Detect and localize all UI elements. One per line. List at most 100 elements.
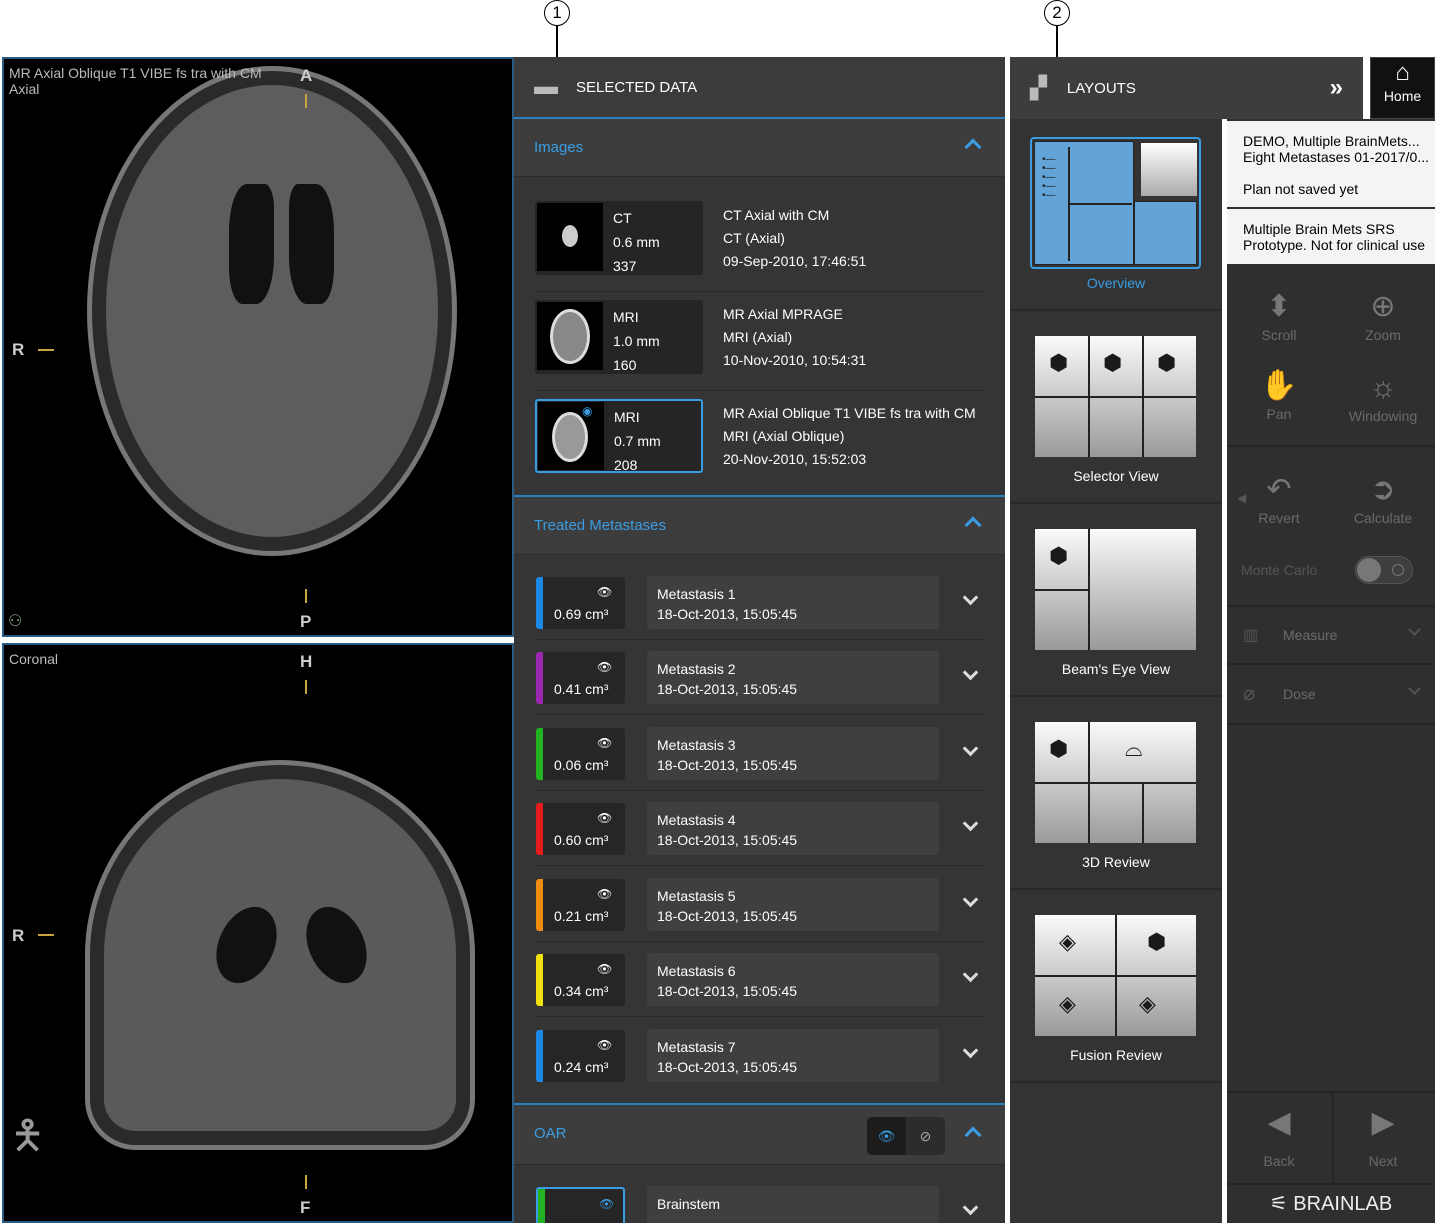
cube-icon: ⬢ (1049, 543, 1069, 568)
metastasis-info[interactable]: Metastasis 6 18-Oct-2013, 15:05:45 (647, 953, 939, 1006)
eye-icon[interactable]: 👁 (597, 736, 612, 750)
expand-chevron-icon[interactable] (962, 589, 979, 606)
metastasis-row[interactable]: 👁 0.69 cm³ Metastasis 1 18-Oct-2013, 15:05… (534, 565, 986, 640)
callout-1: 1 (544, 0, 570, 26)
eye-icon[interactable]: 👁 (597, 962, 612, 976)
calculate-icon: ➲ (1370, 473, 1396, 506)
metastasis-color (536, 954, 543, 1006)
image-row-selected[interactable]: ◉ MRI 0.7 mm 208 MR Axial Oblique T1 VIBE … (534, 392, 986, 490)
callout-2: 2 (1044, 0, 1070, 26)
back-button[interactable]: ◀ Back (1227, 1103, 1331, 1169)
scroll-tool[interactable]: ⬍ Scroll (1227, 287, 1331, 343)
next-button[interactable]: ▶ Next (1331, 1103, 1435, 1169)
orient-head: H (300, 652, 313, 671)
layer-icon: ◈ (1139, 991, 1156, 1016)
expand-chevron-icon[interactable] (962, 891, 979, 908)
eye-icon[interactable]: 👁 (597, 660, 612, 674)
right-tick (38, 349, 54, 351)
metastasis-row[interactable]: 👁 0.34 cm³ Metastasis 6 18-Oct-2013, 15:05… (534, 942, 986, 1017)
expand-chevron-icon[interactable] (962, 1199, 979, 1216)
images-section-header[interactable]: Images (514, 119, 1005, 177)
monte-carlo-label: Monte Carlo (1241, 562, 1318, 578)
hide-all-eye-icon[interactable]: ⊘ (906, 1117, 945, 1155)
chevron-down-icon[interactable] (1408, 623, 1421, 636)
layout-label: Overview (1086, 275, 1146, 291)
oar-info[interactable]: Brainstem (647, 1186, 939, 1223)
orient-foot: F (300, 1198, 311, 1217)
image-thumb-box[interactable]: CT 0.6 mm 337 (535, 201, 703, 275)
calculate-label: Calculate (1353, 510, 1413, 526)
metastasis-date: 18-Oct-2013, 15:05:45 (657, 681, 798, 697)
expand-chevron-icon[interactable] (962, 966, 979, 983)
cube-icon: ⬢ (1049, 736, 1069, 761)
ruler-icon: ▥ (1243, 627, 1259, 644)
metastasis-info[interactable]: Metastasis 2 18-Oct-2013, 15:05:45 (647, 651, 939, 704)
cube-icon: ⬢ (1049, 350, 1069, 375)
zoom-label: Zoom (1365, 327, 1401, 343)
double-chevron-right-icon[interactable]: » (1330, 74, 1343, 102)
revert-button[interactable]: ↶ Revert (1227, 470, 1331, 526)
brainlab-icon: ⚟ (1269, 1193, 1288, 1215)
show-all-eye-icon[interactable]: 👁 (867, 1117, 906, 1155)
home-button[interactable]: ⌂ Home (1370, 57, 1435, 119)
metastasis-volume: 0.06 cm³ (554, 757, 609, 773)
metastasis-name: Metastasis 3 (657, 737, 736, 753)
pan-tool[interactable]: ✋ Pan (1227, 366, 1331, 422)
metastasis-info[interactable]: Metastasis 7 18-Oct-2013, 15:05:45 (647, 1029, 939, 1082)
tool-separator (1227, 445, 1435, 447)
oar-row[interactable]: 👁 Brainstem (534, 1175, 986, 1223)
expand-chevron-icon[interactable] (962, 664, 979, 681)
zoom-tool[interactable]: ⊕ Zoom (1331, 287, 1435, 343)
layout-3d-review[interactable]: ⬢ ⌓ 3D Review (1010, 698, 1222, 890)
eye-icon[interactable]: 👁 (597, 1038, 612, 1052)
metastasis-row[interactable]: 👁 0.21 cm³ Metastasis 5 18-Oct-2013, 15:05… (534, 867, 986, 942)
expand-chevron-icon[interactable] (962, 740, 979, 757)
selected-data-title: SELECTED DATA (576, 78, 698, 96)
layout-selector-view[interactable]: ⬢ ⬢ ⬢ Selector View (1010, 312, 1222, 504)
list-icon: •— •— •— •— •— (1042, 154, 1056, 201)
oar-section-header[interactable]: OAR 👁 ⊘ (514, 1103, 1005, 1165)
grid-line (1035, 396, 1196, 398)
measure-section[interactable]: ▥ Measure (1227, 607, 1435, 663)
metastasis-info[interactable]: Metastasis 4 18-Oct-2013, 15:05:45 (647, 802, 939, 855)
eye-icon[interactable]: 👁 (597, 811, 612, 825)
orient-posterior: P (300, 612, 312, 631)
metastasis-info[interactable]: Metastasis 5 18-Oct-2013, 15:05:45 (647, 878, 939, 931)
image-thumb-box[interactable]: MRI 1.0 mm 160 (535, 300, 703, 374)
metastasis-volume: 0.24 cm³ (554, 1059, 609, 1075)
metastasis-row[interactable]: 👁 0.41 cm³ Metastasis 2 18-Oct-2013, 15:05… (534, 640, 986, 715)
chevron-down-icon[interactable] (1408, 682, 1421, 695)
eye-icon[interactable]: 👁 (597, 585, 612, 599)
back-label: Back (1263, 1153, 1295, 1169)
metastasis-volume: 0.41 cm³ (554, 681, 609, 697)
metastasis-row[interactable]: 👁 0.60 cm³ Metastasis 4 18-Oct-2013, 15:05… (534, 791, 986, 866)
layout-beams-eye-view[interactable]: ⬢ Beam's Eye View (1010, 505, 1222, 697)
monte-carlo-toggle[interactable] (1355, 556, 1413, 584)
metastasis-color (536, 652, 543, 704)
metastasis-color (536, 577, 543, 629)
collapse-images-icon[interactable] (964, 138, 982, 156)
image-row[interactable]: MRI 1.0 mm 160 MR Axial MPRAGE MRI (Axial) 1… (534, 293, 986, 391)
collapse-oar-icon[interactable] (964, 1126, 982, 1144)
dose-section[interactable]: ⌀ Dose (1227, 665, 1435, 721)
eye-icon[interactable]: 👁 (597, 887, 612, 901)
layout-fusion-review[interactable]: ◈ ⬢ ◈ ◈ Fusion Review (1010, 891, 1222, 1083)
image-date: 20-Nov-2010, 15:52:03 (723, 451, 867, 467)
layout-overview[interactable]: •— •— •— •— •— Overview (1010, 119, 1222, 311)
metastasis-row[interactable]: 👁 0.24 cm³ Metastasis 7 18-Oct-2013, 15:05… (534, 1018, 986, 1093)
expand-chevron-icon[interactable] (962, 1042, 979, 1059)
metastasis-info[interactable]: Metastasis 1 18-Oct-2013, 15:05:45 (647, 576, 939, 629)
expand-chevron-icon[interactable] (962, 815, 979, 832)
collapse-metastases-icon[interactable] (964, 516, 982, 534)
grid-line (1088, 529, 1090, 650)
metastasis-info[interactable]: Metastasis 3 18-Oct-2013, 15:05:45 (647, 727, 939, 780)
coronal-viewer[interactable]: Coronal H F R 🯅 (2, 643, 514, 1223)
metastasis-row[interactable]: 👁 0.06 cm³ Metastasis 3 18-Oct-2013, 15:05… (534, 716, 986, 791)
image-thumb-box-selected[interactable]: ◉ MRI 0.7 mm 208 (535, 399, 703, 473)
eye-icon[interactable]: 👁 (599, 1197, 614, 1211)
metastases-section-header[interactable]: Treated Metastases (514, 495, 1005, 555)
axial-viewer[interactable]: MR Axial Oblique T1 VIBE fs tra with CM … (2, 57, 514, 637)
image-row[interactable]: CT 0.6 mm 337 CT Axial with CM CT (Axial) 09… (534, 194, 986, 292)
calculate-button[interactable]: ➲ Calculate (1331, 470, 1435, 526)
windowing-tool[interactable]: ☼ Windowing (1331, 368, 1435, 424)
